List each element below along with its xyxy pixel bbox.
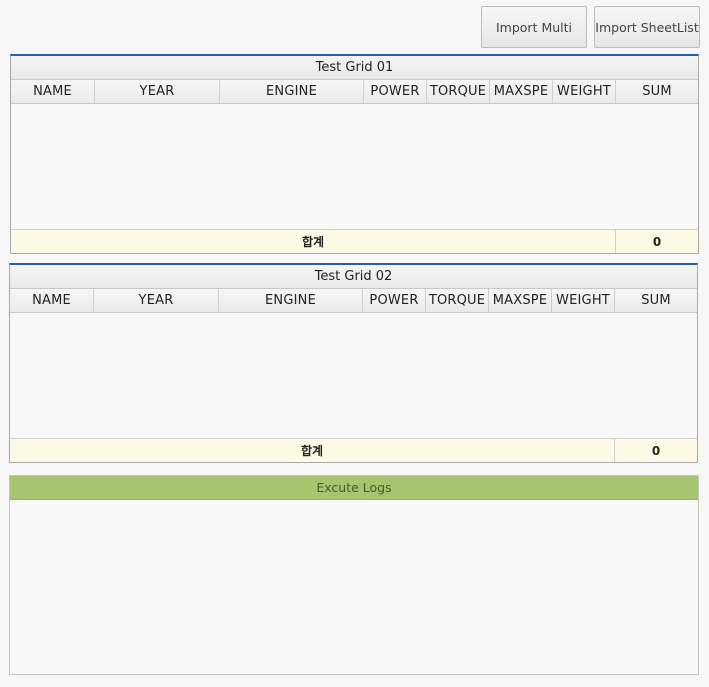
footer-total-sum: 0 bbox=[652, 234, 662, 249]
column-header-power[interactable]: POWER bbox=[363, 289, 426, 312]
grid-body[interactable] bbox=[10, 313, 697, 438]
column-header-year[interactable]: YEAR bbox=[95, 80, 220, 103]
grid-footer: 합계 0 bbox=[11, 229, 698, 253]
test-grid-02: Test Grid 02 NAME YEAR ENGINE POWER TORQ… bbox=[9, 263, 698, 463]
footer-total-label: 합계 bbox=[10, 439, 615, 462]
column-header-sum[interactable]: SUM bbox=[616, 80, 698, 103]
grid-footer: 합계 0 bbox=[10, 438, 697, 462]
column-header-torque[interactable]: TORQUE bbox=[427, 80, 490, 103]
column-header-power[interactable]: POWER bbox=[364, 80, 427, 103]
column-header-name[interactable]: NAME bbox=[10, 289, 94, 312]
footer-total-sum: 0 bbox=[651, 443, 661, 458]
grid-header: NAME YEAR ENGINE POWER TORQUE MAXSPE WEI… bbox=[11, 80, 698, 104]
import-multi-button[interactable]: Import Multi bbox=[481, 6, 587, 48]
column-header-engine[interactable]: ENGINE bbox=[219, 289, 363, 312]
import-sheetlist-button[interactable]: Import SheetList bbox=[594, 6, 700, 48]
column-header-name[interactable]: NAME bbox=[11, 80, 95, 103]
grid-body[interactable] bbox=[11, 104, 698, 229]
column-header-engine[interactable]: ENGINE bbox=[220, 80, 364, 103]
column-header-maxspe[interactable]: MAXSPE bbox=[490, 80, 553, 103]
grid-header: NAME YEAR ENGINE POWER TORQUE MAXSPE WEI… bbox=[10, 289, 697, 313]
logs-title: Excute Logs bbox=[10, 476, 698, 500]
column-header-year[interactable]: YEAR bbox=[94, 289, 219, 312]
column-header-sum[interactable]: SUM bbox=[615, 289, 697, 312]
test-grid-01: Test Grid 01 NAME YEAR ENGINE POWER TORQ… bbox=[10, 54, 699, 254]
grid-title: Test Grid 01 bbox=[11, 56, 698, 80]
execute-logs-panel: Excute Logs bbox=[9, 475, 699, 675]
footer-total-label: 합계 bbox=[11, 230, 616, 253]
column-header-weight[interactable]: WEIGHT bbox=[552, 289, 615, 312]
column-header-torque[interactable]: TORQUE bbox=[426, 289, 489, 312]
column-header-weight[interactable]: WEIGHT bbox=[553, 80, 616, 103]
logs-body[interactable] bbox=[10, 500, 698, 674]
grid-title: Test Grid 02 bbox=[10, 265, 697, 289]
column-header-maxspe[interactable]: MAXSPE bbox=[489, 289, 552, 312]
